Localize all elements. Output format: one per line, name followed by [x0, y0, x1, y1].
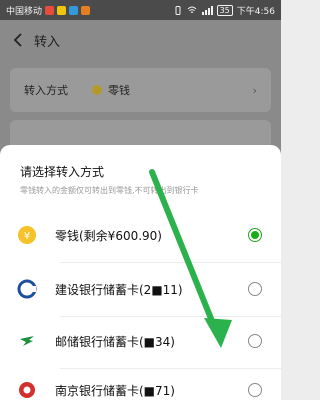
option-label: 零钱(剩余¥600.90)	[55, 228, 162, 243]
page-title: 转入	[34, 34, 61, 50]
notification-app-icon	[81, 5, 91, 15]
radio-unselected[interactable]	[248, 383, 262, 397]
chevron-right-icon: ›	[252, 83, 257, 97]
transfer-method-label: 转入方式	[24, 84, 68, 97]
carrier-label: 中国移动	[6, 6, 43, 17]
battery-level: 35	[216, 4, 233, 16]
signal-icon	[201, 5, 213, 15]
option-psbc[interactable]: 邮储银行储蓄卡(■34)	[0, 317, 281, 365]
radio-unselected[interactable]	[248, 334, 262, 348]
back-arrow-icon[interactable]	[6, 28, 30, 52]
sheet-subtitle: 零钱转入的金额仅可转出到零钱,不可转出到银行卡	[20, 186, 199, 195]
svg-text:¥: ¥	[24, 231, 30, 242]
transfer-method-value: 零钱	[108, 84, 130, 97]
option-bank-of-nanjing[interactable]: 南京银行储蓄卡(■71)	[0, 366, 281, 400]
status-bar: 中国移动 35 下午4:56	[0, 0, 281, 20]
bank-of-nanjing-icon	[17, 380, 37, 400]
wechat-change-icon: ¥	[17, 225, 37, 245]
select-method-sheet: 请选择转入方式 零钱转入的金额仅可转出到零钱,不可转出到银行卡 ¥ 零钱(剩余¥…	[0, 145, 281, 400]
psbc-bank-icon	[17, 331, 37, 351]
radio-selected[interactable]	[248, 228, 262, 242]
vibrate-icon	[175, 5, 181, 15]
notification-app-icon	[45, 5, 55, 15]
coin-icon	[92, 85, 102, 95]
sheet-title: 请选择转入方式	[20, 165, 105, 179]
option-change[interactable]: ¥ 零钱(剩余¥600.90)	[0, 211, 281, 259]
notification-app-icon	[69, 5, 79, 15]
transfer-method-row[interactable]: 转入方式 零钱 ›	[10, 68, 271, 112]
option-label: 邮储银行储蓄卡(■34)	[55, 334, 175, 349]
clock: 下午4:56	[236, 6, 275, 17]
page-header: 转入	[0, 20, 281, 60]
radio-unselected[interactable]	[248, 282, 262, 296]
option-label: 南京银行储蓄卡(■71)	[55, 383, 175, 398]
option-ccb[interactable]: 建设银行储蓄卡(2■11)	[0, 265, 281, 313]
wifi-icon	[187, 6, 196, 13]
divider	[60, 262, 281, 263]
notification-app-icon	[57, 5, 67, 15]
option-label: 建设银行储蓄卡(2■11)	[55, 282, 183, 297]
ccb-bank-icon	[17, 279, 37, 299]
